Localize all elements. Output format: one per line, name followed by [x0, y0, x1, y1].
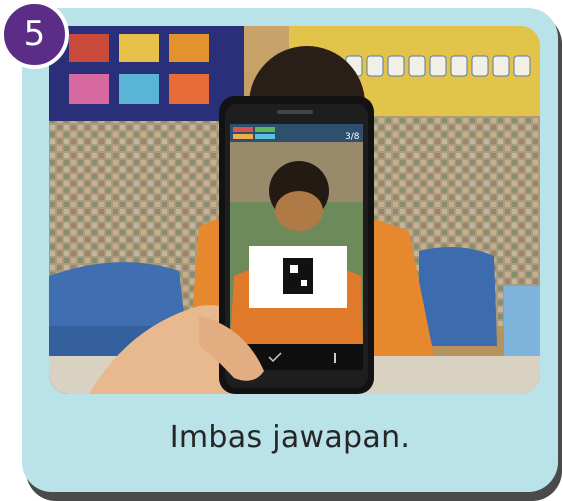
photo-illustration: 3/8 [49, 26, 540, 394]
step-number-badge: 5 [0, 0, 69, 69]
step-card: 3/8 Imbas jawapan. [22, 8, 558, 492]
step-caption: Imbas jawapan. [169, 420, 411, 455]
classroom-photo: 3/8 [49, 26, 540, 394]
phone-counter: 3/8 [345, 132, 360, 142]
page: 3/8 Imbas jawapan. 5 [0, 0, 563, 501]
